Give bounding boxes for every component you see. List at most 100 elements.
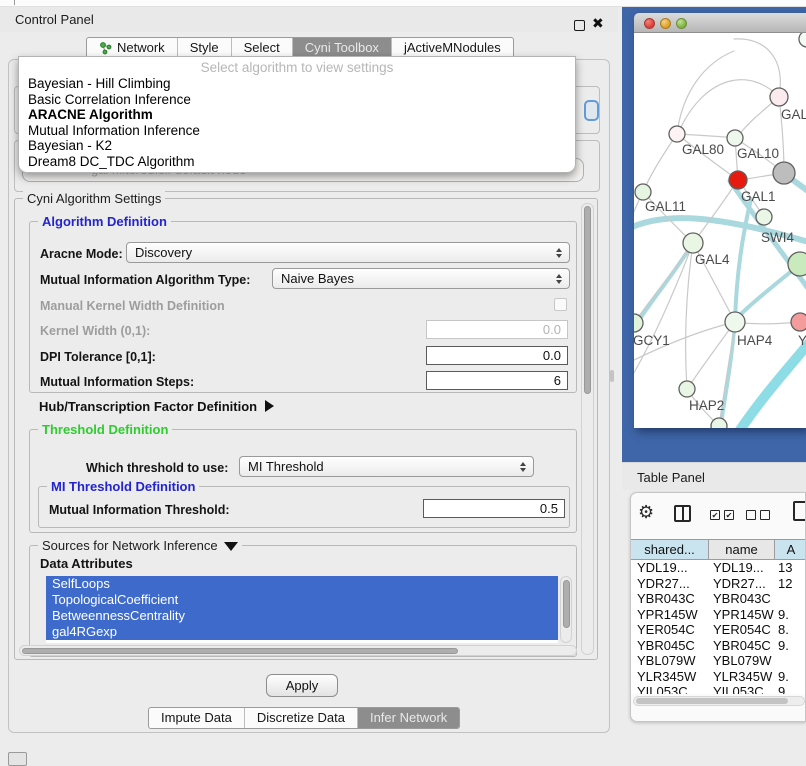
settings-hscrollbar[interactable] <box>19 645 577 656</box>
network-canvas[interactable]: GALGAL80GAL10GAL1GAL11SWI4GAL4GCY1HAP4YH… <box>634 33 806 428</box>
table-row[interactable]: YBR045CYBR045C9. <box>631 638 806 654</box>
apply-button[interactable]: Apply <box>266 674 338 697</box>
threshold-definition-group: Threshold Definition Which threshold to … <box>29 429 577 533</box>
sources-group: Sources for Network Inference Data Attri… <box>29 545 577 657</box>
close-traffic-light-icon[interactable] <box>644 18 655 29</box>
table-cell: YDR27... <box>709 576 775 592</box>
node-label: GAL80 <box>682 142 724 157</box>
algorithm-option[interactable]: Bayesian - Hill Climbing <box>19 76 575 92</box>
mi-steps-input[interactable] <box>426 371 568 390</box>
attribute-list-item[interactable]: BetweennessCentrality <box>46 608 558 624</box>
network-edge <box>680 80 779 129</box>
unchecked-checkbox-icon[interactable] <box>746 510 756 520</box>
network-node[interactable] <box>635 184 651 200</box>
table-row[interactable]: YLR345WYLR345W9. <box>631 669 806 685</box>
split-view-icon[interactable] <box>674 505 691 522</box>
mi-threshold-definition-group: MI Threshold Definition Mutual Informati… <box>38 486 570 528</box>
bottom-tabbar: Impute Data Discretize Data Infer Networ… <box>148 707 460 729</box>
float-panel-icon[interactable] <box>574 20 585 31</box>
checked-checkbox-icon[interactable]: ✔ <box>710 510 720 520</box>
table-cell: YBR045C <box>631 638 709 654</box>
network-node[interactable] <box>711 418 727 428</box>
settings-vscrollbar[interactable] <box>581 203 594 655</box>
attribute-list-item[interactable]: TopologicalCoefficient <box>46 592 558 608</box>
table-row[interactable]: YER054CYER054C8. <box>631 622 806 638</box>
aracne-mode-combo[interactable]: Discovery <box>126 242 570 263</box>
control-panel-titlebar: Control Panel ✖ <box>0 7 618 32</box>
algorithm-option[interactable]: Dream8 DC_TDC Algorithm <box>19 154 575 170</box>
gear-icon[interactable]: ⚙ <box>638 502 654 523</box>
hub-tf-definition-label: Hub/Transcription Factor Definition <box>39 399 257 414</box>
which-threshold-value: MI Threshold <box>248 459 324 474</box>
manual-kernel-width-label: Manual Kernel Width Definition <box>40 299 225 313</box>
table-row[interactable]: YDR27...YDR27...12 <box>631 576 806 592</box>
manual-kernel-width-checkbox[interactable] <box>554 298 567 311</box>
column-header-name[interactable]: name <box>709 540 775 559</box>
tab-infer-network[interactable]: Infer Network <box>357 708 459 728</box>
network-window[interactable]: GALGAL80GAL10GAL1GAL11SWI4GAL4GCY1HAP4YH… <box>634 13 806 428</box>
minimized-panel-icon[interactable] <box>8 752 27 766</box>
tab-select[interactable]: Select <box>231 38 292 58</box>
network-node[interactable] <box>679 381 695 397</box>
attributes-scrollbar[interactable] <box>560 576 572 643</box>
scrollbar-thumb[interactable] <box>584 206 591 394</box>
table-cell: YBR043C <box>709 591 775 607</box>
network-node[interactable] <box>770 88 788 106</box>
algorithm-option[interactable]: Basic Correlation Inference <box>19 92 575 108</box>
tab-discretize-data[interactable]: Discretize Data <box>244 708 357 728</box>
minimize-traffic-light-icon[interactable] <box>660 18 671 29</box>
document-icon[interactable] <box>793 501 806 521</box>
unchecked-checkbox-icon[interactable] <box>760 510 770 520</box>
table-hscrollbar[interactable] <box>633 696 805 706</box>
attribute-list-item[interactable]: SelfLoops <box>46 576 558 592</box>
mi-threshold-input[interactable] <box>423 499 565 518</box>
algorithm-option[interactable]: Mutual Information Inference <box>19 123 575 139</box>
scrollbar-thumb[interactable] <box>22 648 458 654</box>
scrollbar-thumb[interactable] <box>636 698 788 704</box>
which-threshold-combo[interactable]: MI Threshold <box>239 456 534 477</box>
table-row[interactable]: YPR145WYPR145W9. <box>631 607 806 623</box>
network-node[interactable] <box>788 252 806 276</box>
splitter-handle[interactable] <box>610 370 614 382</box>
scrollbar-thumb[interactable] <box>563 580 570 628</box>
table-cell: YBR045C <box>709 638 775 654</box>
algorithm-option[interactable]: ARACNE Algorithm <box>19 107 575 123</box>
network-node[interactable] <box>773 162 795 184</box>
tab-jactivemnodules[interactable]: jActiveMNodules <box>391 38 513 58</box>
table-row[interactable]: YIL053CYIL053C9 <box>631 684 806 694</box>
column-header-partial[interactable]: A <box>775 540 806 559</box>
close-icon[interactable]: ✖ <box>592 15 604 32</box>
table-row[interactable]: YBR043CYBR043C <box>631 591 806 607</box>
network-node[interactable] <box>729 171 747 189</box>
tab-label: Style <box>190 38 219 58</box>
tab-cyni-toolbox[interactable]: Cyni Toolbox <box>292 38 391 58</box>
network-node[interactable] <box>669 126 685 142</box>
zoom-traffic-light-icon[interactable] <box>676 18 687 29</box>
attribute-list-item[interactable]: gal4RGexp <box>46 624 558 640</box>
mi-algorithm-type-combo[interactable]: Naive Bayes <box>272 268 570 289</box>
tab-style[interactable]: Style <box>177 38 231 58</box>
network-window-titlebar[interactable] <box>634 13 806 33</box>
sources-group-title[interactable]: Sources for Network Inference <box>38 538 242 553</box>
table-row[interactable]: YBL079WYBL079W <box>631 653 806 669</box>
dpi-tolerance-input[interactable] <box>426 346 568 365</box>
hub-tf-definition-toggle[interactable]: Hub/Transcription Factor Definition <box>39 399 274 414</box>
table-body: YDL19...YDL19...13YDR27...YDR27...12YBR0… <box>631 560 806 694</box>
network-node[interactable] <box>791 313 806 331</box>
network-node[interactable] <box>756 209 772 225</box>
dropdown-placeholder: Select algorithm to view settings <box>19 57 575 76</box>
algorithm-option[interactable]: Bayesian - K2 <box>19 138 575 154</box>
network-node[interactable] <box>683 233 703 253</box>
table-cell: YPR145W <box>709 607 775 623</box>
column-header-shared-name[interactable]: shared... <box>631 540 709 559</box>
network-node[interactable] <box>725 312 745 332</box>
focused-combo-button[interactable] <box>584 100 599 121</box>
tab-network[interactable]: Network <box>87 38 177 58</box>
table-cell: 9. <box>775 607 806 623</box>
table-row[interactable]: YDL19...YDL19...13 <box>631 560 806 576</box>
network-node[interactable] <box>727 130 743 146</box>
tab-impute-data[interactable]: Impute Data <box>149 708 244 728</box>
network-node[interactable] <box>799 33 806 47</box>
kernel-width-input[interactable] <box>426 320 568 339</box>
checked-checkbox-icon[interactable]: ✔ <box>724 510 734 520</box>
